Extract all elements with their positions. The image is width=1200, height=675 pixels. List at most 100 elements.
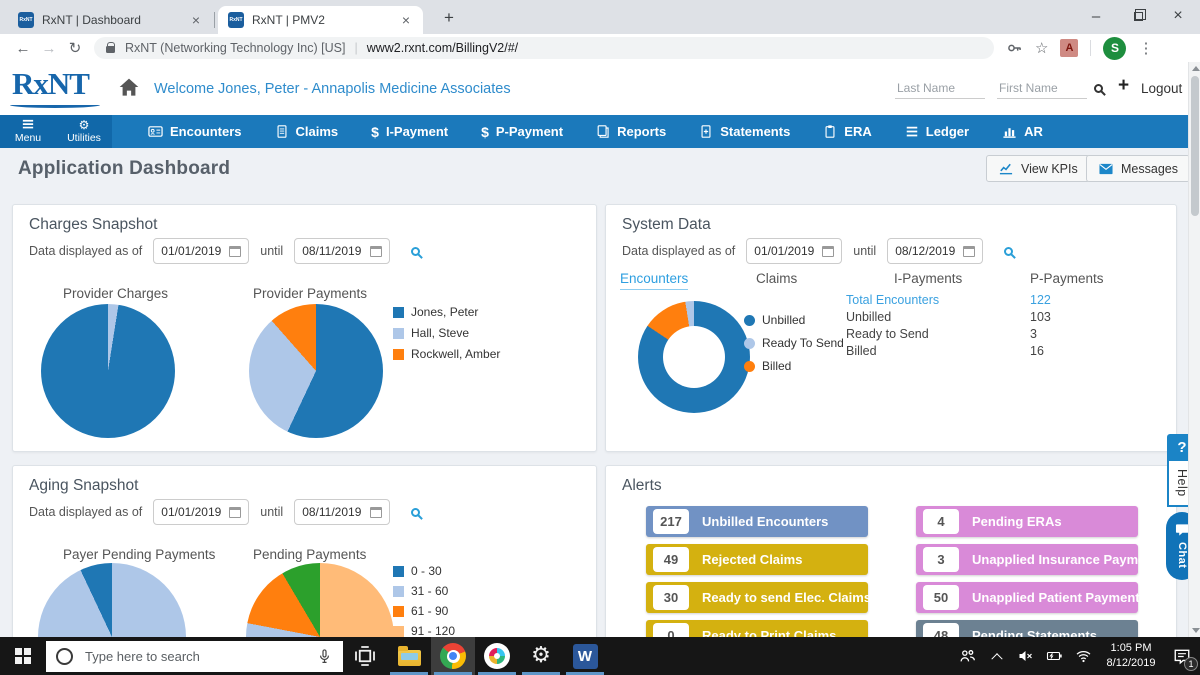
- start-button[interactable]: [0, 637, 46, 675]
- people-icon[interactable]: [953, 637, 982, 675]
- bookmark-star-icon[interactable]: ☆: [1035, 39, 1048, 57]
- alert-ready-to-print-claims[interactable]: 0 Ready to Print Claims: [646, 620, 868, 637]
- slack-button[interactable]: [475, 637, 519, 675]
- nav-item-statements[interactable]: Statements: [699, 124, 790, 139]
- battery-icon[interactable]: [1040, 637, 1069, 675]
- browser-tab-pmv2[interactable]: RxNT RxNT | PMV2 ×: [218, 6, 423, 34]
- from-date-input[interactable]: 01/01/2019: [153, 499, 249, 525]
- first-name-input[interactable]: [997, 78, 1087, 99]
- nav-item-encounters[interactable]: Encounters: [148, 124, 242, 139]
- tab-encounters[interactable]: Encounters: [620, 271, 688, 290]
- nav-item-claims[interactable]: Claims: [275, 124, 339, 139]
- alert-ready-to-send-claims[interactable]: 30 Ready to send Elec. Claims: [646, 582, 868, 613]
- new-tab-button[interactable]: +: [437, 8, 461, 28]
- tab-close-icon[interactable]: ×: [189, 12, 203, 28]
- to-date-input[interactable]: 08/11/2019: [294, 499, 390, 525]
- settings-button[interactable]: ⚙: [519, 637, 563, 675]
- legend-swatch: [393, 626, 404, 637]
- nav-label: Encounters: [170, 124, 242, 139]
- calendar-icon[interactable]: [370, 507, 382, 518]
- tab-i-payments[interactable]: I-Payments: [894, 271, 962, 286]
- alert-unbilled-encounters[interactable]: 217 Unbilled Encounters: [646, 506, 868, 537]
- view-kpis-button[interactable]: View KPIs: [986, 155, 1090, 182]
- taskbar-clock[interactable]: 1:05 PM 8/12/2019: [1098, 641, 1164, 671]
- alert-pending-statements[interactable]: 48 Pending Statements: [916, 620, 1138, 637]
- messages-button[interactable]: Messages: [1086, 155, 1190, 182]
- page-scrollbar[interactable]: [1188, 62, 1200, 637]
- menu-button[interactable]: Menu: [0, 115, 56, 148]
- rxnt-logo[interactable]: RxNT: [12, 66, 89, 102]
- nav-item-ar[interactable]: AR: [1002, 124, 1043, 139]
- clock-date: 8/12/2019: [1098, 656, 1164, 671]
- browser-menu-icon[interactable]: ⋮: [1138, 39, 1153, 57]
- search-icon[interactable]: [1004, 247, 1013, 256]
- alert-unapplied-patient-payments[interactable]: 50 Unapplied Patient Payments: [916, 582, 1138, 613]
- logout-link[interactable]: Logout: [1141, 81, 1182, 96]
- alert-pending-eras[interactable]: 4 Pending ERAs: [916, 506, 1138, 537]
- last-name-input[interactable]: [895, 78, 985, 99]
- task-view-button[interactable]: [343, 637, 387, 675]
- from-date-input[interactable]: 01/01/2019: [746, 238, 842, 264]
- add-patient-icon[interactable]: +: [1118, 75, 1129, 97]
- alert-rejected-claims[interactable]: 49 Rejected Claims: [646, 544, 868, 575]
- utilities-button[interactable]: ⚙ Utilities: [56, 115, 112, 148]
- scrollbar-thumb[interactable]: [1191, 76, 1199, 216]
- nav-item-ledger[interactable]: Ledger: [905, 124, 969, 139]
- forward-button[interactable]: →: [36, 40, 62, 57]
- window-restore-button[interactable]: [1118, 0, 1158, 32]
- address-bar[interactable]: RxNT (Networking Technology Inc) [US] | …: [94, 37, 994, 59]
- browser-tab-dashboard[interactable]: RxNT RxNT | Dashboard ×: [8, 6, 213, 34]
- stat-value-total[interactable]: 122: [1030, 293, 1051, 307]
- nav-item-p-payment[interactable]: $ P-Payment: [481, 124, 563, 140]
- calendar-icon[interactable]: [229, 246, 241, 257]
- hamburger-icon: [21, 119, 35, 131]
- scroll-down-arrow-icon[interactable]: [1192, 628, 1200, 633]
- nav-item-i-payment[interactable]: $ I-Payment: [371, 124, 448, 140]
- show-hidden-icons-chevron[interactable]: [982, 637, 1011, 675]
- search-icon[interactable]: [411, 508, 420, 517]
- from-date-input[interactable]: 01/01/2019: [153, 238, 249, 264]
- to-date-input[interactable]: 08/11/2019: [294, 238, 390, 264]
- browser-profile-avatar[interactable]: S: [1103, 37, 1126, 60]
- alert-label: Unapplied Patient Payments: [972, 590, 1147, 605]
- encounters-legend: Unbilled Ready To Send Billed: [744, 313, 844, 373]
- reports-icon: [596, 124, 610, 139]
- scroll-up-arrow-icon[interactable]: [1192, 66, 1200, 71]
- to-date-input[interactable]: 08/12/2019: [887, 238, 983, 264]
- calendar-icon[interactable]: [229, 507, 241, 518]
- window-minimize-button[interactable]: –: [1076, 0, 1116, 32]
- password-key-icon[interactable]: [1006, 40, 1023, 56]
- tab-claims[interactable]: Claims: [756, 271, 797, 286]
- window-close-button[interactable]: ×: [1158, 0, 1198, 32]
- search-icon[interactable]: [411, 247, 420, 256]
- home-icon[interactable]: [118, 77, 140, 102]
- providers-legend: Jones, Peter Hall, Steve Rockwell, Amber: [393, 305, 500, 361]
- stat-label-total[interactable]: Total Encounters: [846, 293, 939, 307]
- chrome-button[interactable]: [431, 637, 475, 675]
- alert-unapplied-insurance-payments[interactable]: 3 Unapplied Insurance Payments: [916, 544, 1138, 575]
- nav-item-reports[interactable]: Reports: [596, 124, 666, 139]
- wifi-icon[interactable]: [1069, 637, 1098, 675]
- aging-snapshot-panel: Aging Snapshot Data displayed as of 01/0…: [12, 465, 597, 637]
- restore-icon: [1134, 12, 1143, 21]
- patient-search-icon[interactable]: [1094, 80, 1103, 98]
- word-button[interactable]: W: [563, 637, 607, 675]
- taskbar-search-box[interactable]: Type here to search: [46, 641, 343, 672]
- calendar-icon[interactable]: [963, 246, 975, 257]
- microphone-icon[interactable]: [317, 648, 332, 665]
- calendar-icon[interactable]: [822, 246, 834, 257]
- back-button[interactable]: ←: [10, 40, 36, 57]
- calendar-icon[interactable]: [370, 246, 382, 257]
- tab-close-icon[interactable]: ×: [399, 12, 413, 28]
- reload-button[interactable]: ↻: [62, 39, 88, 57]
- volume-muted-icon[interactable]: [1011, 637, 1040, 675]
- action-center-button[interactable]: 1: [1164, 637, 1200, 675]
- tab-p-payments[interactable]: P-Payments: [1030, 271, 1104, 286]
- adobe-extension-icon[interactable]: A: [1060, 39, 1078, 57]
- user-practice-text[interactable]: Jones, Peter - Annapolis Medicine Associ…: [218, 81, 511, 97]
- aging-legend: 0 - 30 31 - 60 61 - 90 91 - 120 121 - 15…: [393, 564, 462, 637]
- nav-item-era[interactable]: ERA: [823, 124, 871, 139]
- page-viewport: RxNT Welcome Jones, Peter - Annapolis Me…: [0, 62, 1200, 637]
- file-explorer-button[interactable]: [387, 637, 431, 675]
- alert-count: 50: [923, 585, 959, 610]
